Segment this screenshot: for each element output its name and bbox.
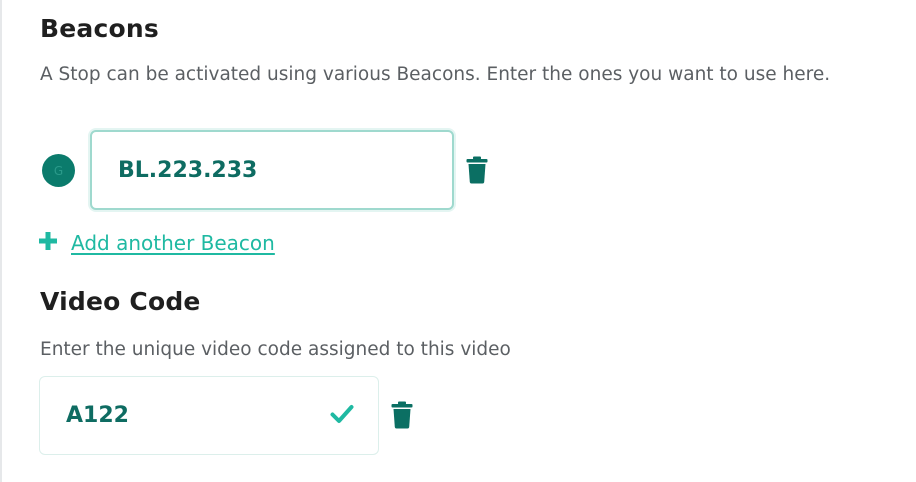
- trash-icon: [466, 156, 488, 184]
- add-beacon-button[interactable]: Add another Beacon: [38, 228, 275, 258]
- beacon-input[interactable]: [118, 132, 438, 208]
- delete-beacon-button[interactable]: [466, 156, 488, 184]
- video-code-input-container: [39, 376, 379, 455]
- beacon-input-container: [90, 130, 454, 210]
- delete-video-code-button[interactable]: [391, 401, 413, 429]
- video-code-description: Enter the unique video code assigned to …: [40, 339, 511, 360]
- video-code-heading: Video Code: [40, 287, 201, 316]
- beacons-heading: Beacons: [40, 14, 159, 43]
- beacon-avatar-letter: G: [53, 163, 64, 178]
- plus-icon: [38, 230, 58, 256]
- check-icon: [330, 405, 354, 423]
- panel-left-border: [0, 0, 2, 482]
- beacon-avatar: G: [42, 154, 75, 187]
- trash-icon: [391, 401, 413, 429]
- add-beacon-link[interactable]: Add another Beacon: [71, 231, 275, 255]
- beacons-description: A Stop can be activated using various Be…: [40, 64, 831, 85]
- video-code-input[interactable]: [66, 377, 306, 453]
